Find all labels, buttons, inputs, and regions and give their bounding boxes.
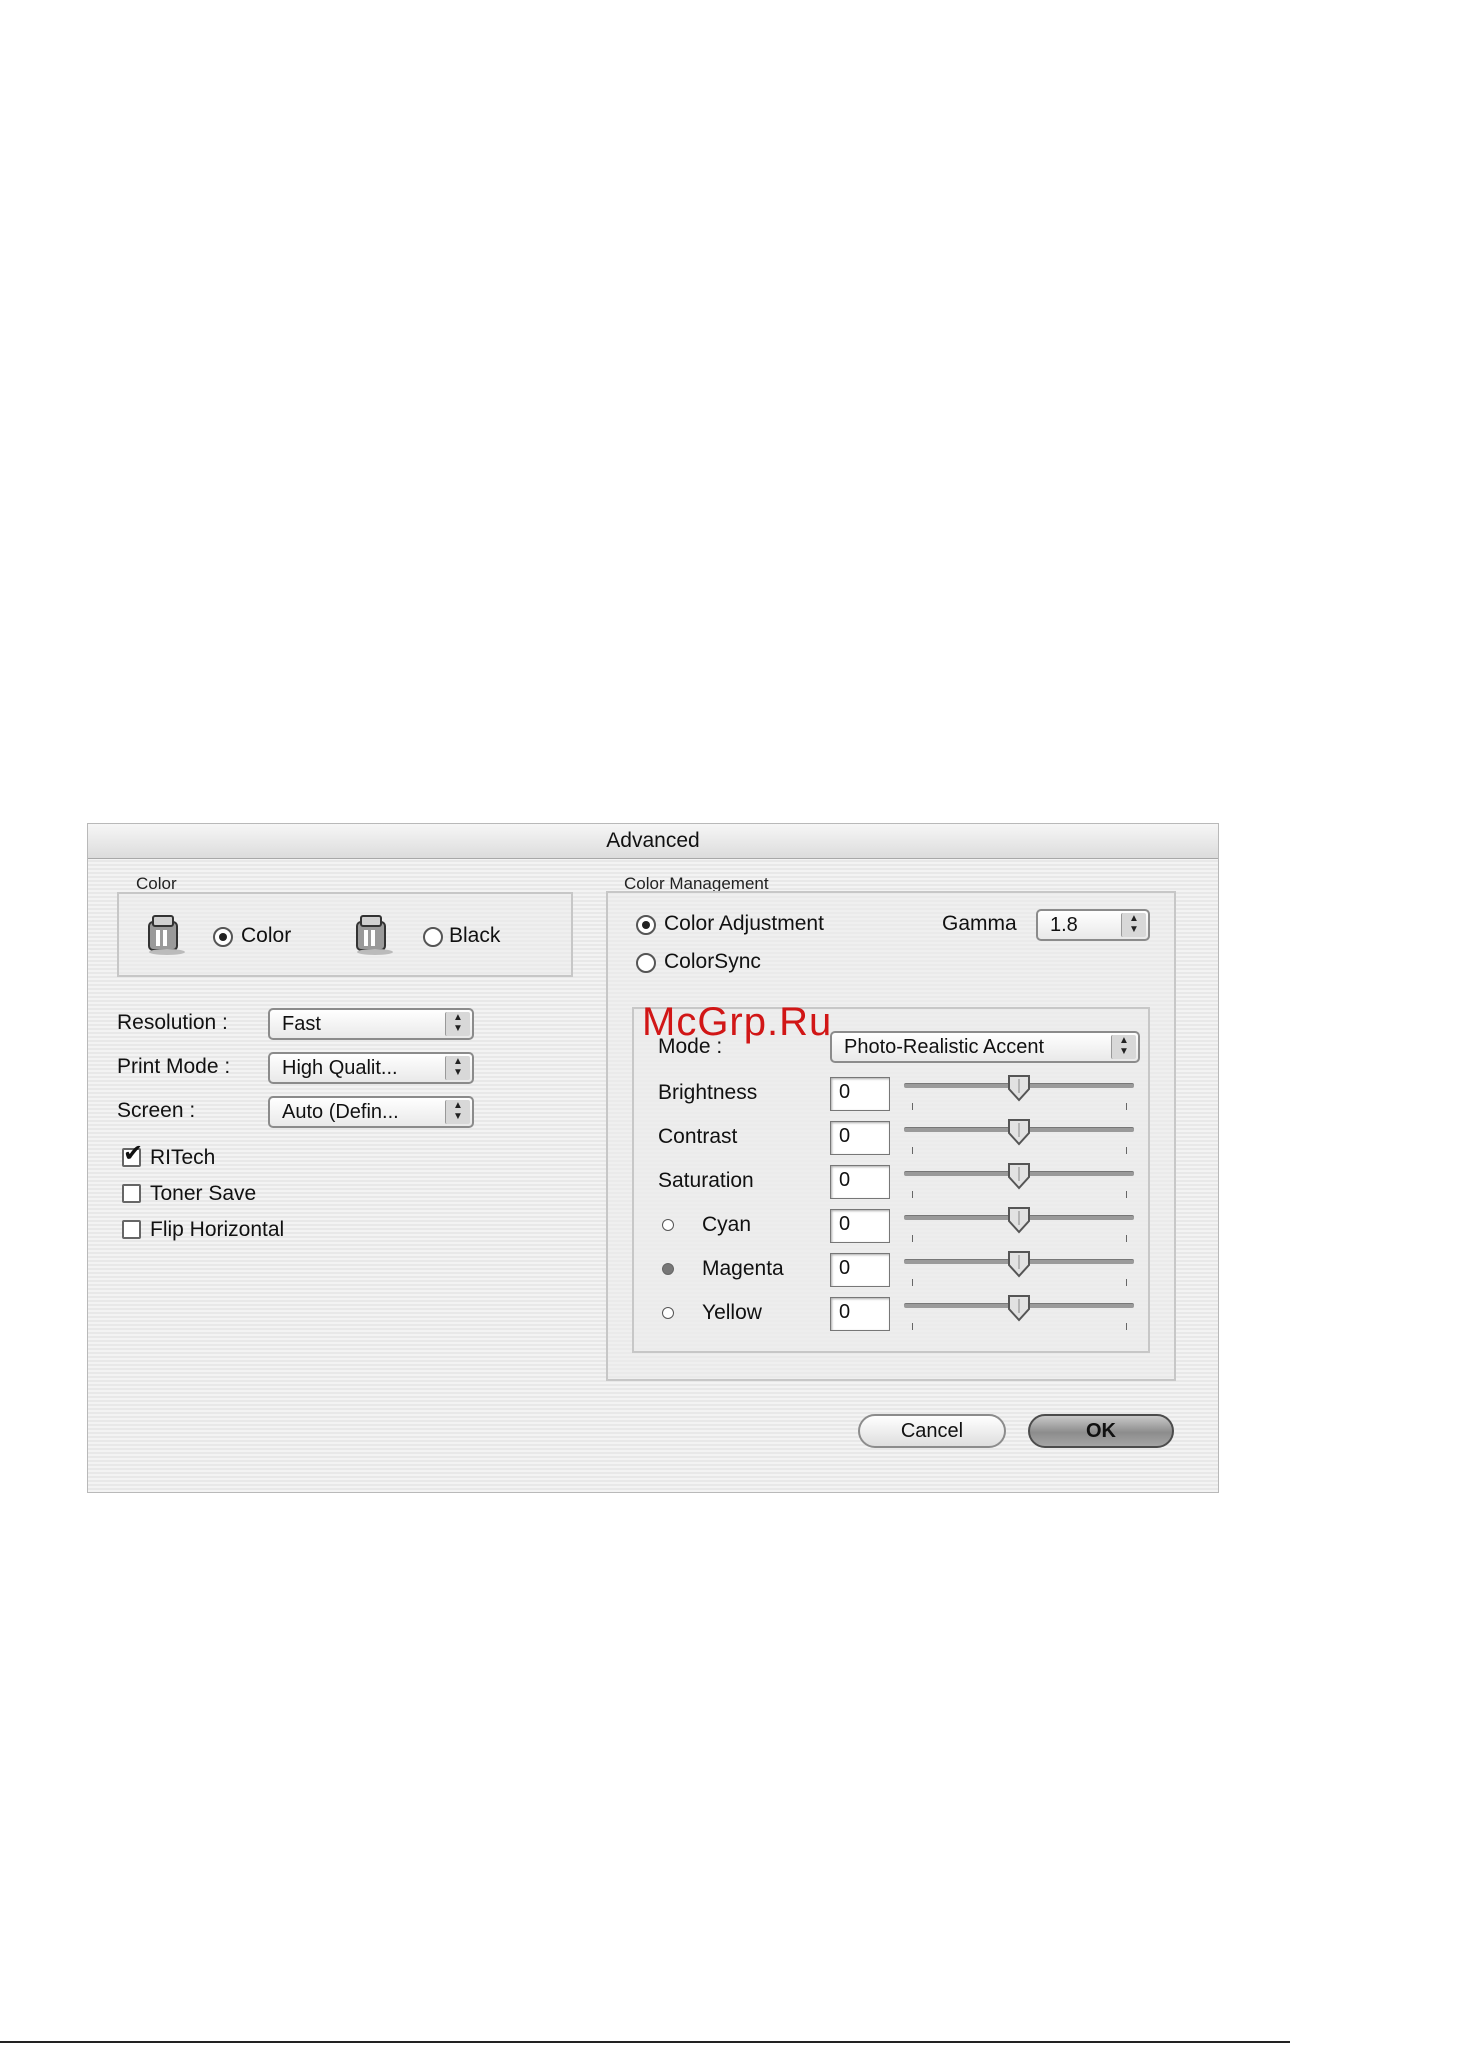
toner-save-checkbox[interactable]	[122, 1184, 141, 1203]
slider-tick	[912, 1279, 913, 1286]
printer-cartridge-icon	[356, 915, 393, 955]
slider-label-yellow: Yellow	[702, 1301, 762, 1324]
color-adjustment-label: Color Adjustment	[664, 912, 824, 935]
print-mode-value: High Qualit...	[282, 1057, 398, 1079]
ok-button[interactable]: OK	[1028, 1414, 1174, 1448]
black-radio[interactable]	[423, 927, 443, 947]
slider-tick	[1126, 1235, 1127, 1242]
slider-tick	[1126, 1279, 1127, 1286]
updown-arrows-icon: ▲ ▼	[445, 1012, 470, 1036]
slider-value-field-yellow[interactable]: 0	[830, 1297, 890, 1331]
slider-value-field-magenta[interactable]: 0	[830, 1253, 890, 1287]
slider-radio-yellow[interactable]	[662, 1307, 674, 1319]
checkmark-icon: ✔	[123, 1140, 144, 1167]
dialog-title: Advanced	[88, 824, 1218, 859]
ritech-label: RITech	[150, 1146, 216, 1169]
screen-select[interactable]: Auto (Defin... ▲ ▼	[268, 1096, 474, 1128]
slider-radio-cyan[interactable]	[662, 1219, 674, 1231]
updown-arrows-icon: ▲ ▼	[445, 1100, 470, 1124]
colorsync-label: ColorSync	[664, 950, 761, 973]
printer-cartridge-icon	[148, 915, 185, 955]
slider-tick	[912, 1191, 913, 1198]
resolution-value: Fast	[282, 1013, 321, 1035]
slider-tick	[912, 1147, 913, 1154]
slider-tick	[912, 1103, 913, 1110]
color-option-label: Color	[241, 924, 292, 947]
black-option-label: Black	[449, 924, 501, 947]
slider-label-contrast: Contrast	[658, 1125, 738, 1148]
gamma-value: 1.8	[1050, 914, 1078, 936]
screen-label: Screen :	[117, 1099, 196, 1122]
gamma-select[interactable]: 1.8 ▲ ▼	[1036, 909, 1150, 941]
slider-value-field-contrast[interactable]: 0	[830, 1121, 890, 1155]
page-bottom-rule	[0, 2041, 1290, 2043]
colorsync-radio[interactable]	[636, 953, 656, 973]
slider-tick	[1126, 1103, 1127, 1110]
toner-save-label: Toner Save	[150, 1182, 257, 1205]
mode-select[interactable]: Photo-Realistic Accent ▲ ▼	[830, 1031, 1140, 1063]
slider-label-brightness: Brightness	[658, 1081, 758, 1104]
slider-label-magenta: Magenta	[702, 1257, 784, 1280]
resolution-select[interactable]: Fast ▲ ▼	[268, 1008, 474, 1040]
ritech-checkbox[interactable]: ✔	[122, 1142, 143, 1167]
gamma-label: Gamma	[942, 912, 1017, 935]
slider-label-saturation: Saturation	[658, 1169, 754, 1192]
slider-thumb-icon[interactable]	[1006, 1117, 1032, 1147]
slider-tick	[1126, 1191, 1127, 1198]
slider-radio-magenta[interactable]	[662, 1263, 674, 1275]
slider-value-field-brightness[interactable]: 0	[830, 1077, 890, 1111]
color-adjustment-radio[interactable]	[636, 915, 656, 935]
slider-tick	[912, 1323, 913, 1330]
color-group: Color Black	[117, 892, 573, 977]
slider-thumb-icon[interactable]	[1006, 1073, 1032, 1103]
updown-arrows-icon: ▲ ▼	[1111, 1035, 1136, 1059]
color-group-label: Color	[136, 874, 177, 893]
resolution-label: Resolution :	[117, 1011, 228, 1034]
slider-value-field-cyan[interactable]: 0	[830, 1209, 890, 1243]
print-mode-label: Print Mode :	[117, 1055, 231, 1078]
updown-arrows-icon: ▲ ▼	[1121, 913, 1146, 937]
flip-horizontal-checkbox[interactable]	[122, 1220, 141, 1239]
updown-arrows-icon: ▲ ▼	[445, 1056, 470, 1080]
slider-label-cyan: Cyan	[702, 1213, 752, 1236]
advanced-dialog: Advanced Color Color Black Resolution : …	[87, 823, 1219, 1493]
adjustment-panel: Mode : Photo-Realistic Accent ▲ ▼ Brightn…	[632, 1007, 1150, 1353]
slider-thumb-icon[interactable]	[1006, 1293, 1032, 1323]
flip-horizontal-label: Flip Horizontal	[150, 1218, 285, 1241]
mode-value: Photo-Realistic Accent	[844, 1036, 1045, 1058]
slider-tick	[1126, 1147, 1127, 1154]
cancel-button[interactable]: Cancel	[858, 1414, 1006, 1448]
slider-tick	[912, 1235, 913, 1242]
print-mode-select[interactable]: High Qualit... ▲ ▼	[268, 1052, 474, 1084]
slider-value-field-saturation[interactable]: 0	[830, 1165, 890, 1199]
slider-tick	[1126, 1323, 1127, 1330]
slider-thumb-icon[interactable]	[1006, 1249, 1032, 1279]
color-radio[interactable]	[213, 927, 233, 947]
slider-thumb-icon[interactable]	[1006, 1205, 1032, 1235]
screen-value: Auto (Defin...	[282, 1101, 399, 1123]
watermark-text: McGrp.Ru	[642, 1000, 833, 1044]
color-management-group: Color Adjustment ColorSync Gamma 1.8 ▲ ▼ …	[606, 891, 1176, 1381]
slider-thumb-icon[interactable]	[1006, 1161, 1032, 1191]
